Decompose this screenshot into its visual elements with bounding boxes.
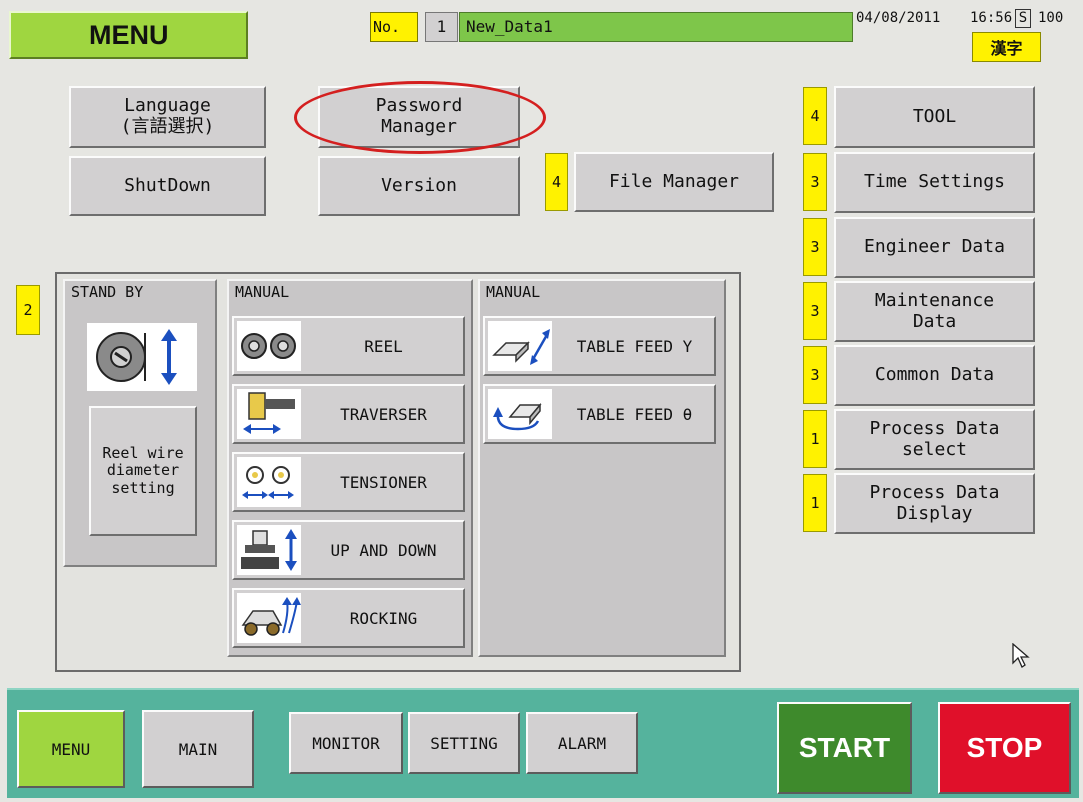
start-button[interactable]: START <box>777 702 912 794</box>
shutdown-button[interactable]: ShutDown <box>69 156 266 216</box>
operation-level-badge: 2 <box>16 285 40 335</box>
process-data-select-button[interactable]: Process Data select <box>834 409 1035 470</box>
file-manager-button[interactable]: File Manager <box>574 152 774 212</box>
table-feed-y-icon <box>488 321 552 371</box>
table-feed-theta-label: TABLE FEED θ <box>576 404 693 424</box>
mouse-cursor-icon <box>1012 642 1030 673</box>
engineer-data-button[interactable]: Engineer Data <box>834 217 1035 278</box>
nav-main-button[interactable]: MAIN <box>142 710 254 788</box>
common-data-level-badge: 3 <box>803 346 827 404</box>
nav-monitor-button[interactable]: MONITOR <box>289 712 403 774</box>
reel-label: REEL <box>364 336 403 356</box>
manual-panel-2: MANUAL TABLE FEED Y TABLE FEED θ <box>478 279 726 657</box>
rocking-icon <box>237 593 301 643</box>
tensioner-icon <box>237 457 301 507</box>
nav-menu-button[interactable]: MENU <box>17 710 125 788</box>
time-settings-level-badge: 3 <box>803 153 827 211</box>
tool-level-badge: 4 <box>803 87 827 145</box>
reel-icon <box>237 321 301 371</box>
stop-button[interactable]: STOP <box>938 702 1071 794</box>
language-button[interactable]: Language (言語選択) <box>69 86 266 148</box>
nav-setting-button[interactable]: SETTING <box>408 712 520 774</box>
up-and-down-button[interactable]: UP AND DOWN <box>232 520 465 580</box>
standby-title: STAND BY <box>71 283 144 301</box>
tool-button[interactable]: TOOL <box>834 86 1035 148</box>
common-data-button[interactable]: Common Data <box>834 345 1035 406</box>
nav-alarm-button[interactable]: ALARM <box>526 712 638 774</box>
standby-reel-icon <box>87 323 197 391</box>
manual-panel-1-title: MANUAL <box>235 283 290 301</box>
rocking-button[interactable]: ROCKING <box>232 588 465 648</box>
reel-wire-diameter-setting-button[interactable]: Reel wire diameter setting <box>89 406 197 536</box>
engineer-data-level-badge: 3 <box>803 218 827 276</box>
table-feed-y-label: TABLE FEED Y <box>576 336 693 356</box>
manual-panel-1: MANUAL REEL TRAVERSER TENSIONER UP AND D… <box>227 279 473 657</box>
manual-panel-2-title: MANUAL <box>486 283 541 301</box>
traverser-label: TRAVERSER <box>340 404 427 424</box>
process-data-display-level-badge: 1 <box>803 474 827 532</box>
time-display: 16:56 <box>970 10 1013 26</box>
tensioner-label: TENSIONER <box>340 472 427 492</box>
file-manager-level-badge: 4 <box>545 153 568 211</box>
process-data-display-button[interactable]: Process Data Display <box>834 473 1035 534</box>
up-down-icon <box>237 525 301 575</box>
version-button[interactable]: Version <box>318 156 520 216</box>
up-and-down-label: UP AND DOWN <box>330 540 437 560</box>
time-settings-button[interactable]: Time Settings <box>834 152 1035 213</box>
data-name-field: New_Data1 <box>459 12 853 42</box>
traverser-button[interactable]: TRAVERSER <box>232 384 465 444</box>
password-highlight-ring <box>294 81 546 154</box>
traverser-icon <box>237 389 301 439</box>
table-feed-theta-icon <box>488 389 552 439</box>
rocking-label: ROCKING <box>349 608 418 628</box>
standby-panel: STAND BY Reel wire diameter setting <box>63 279 217 567</box>
reel-button[interactable]: REEL <box>232 316 465 376</box>
menu-title: MENU <box>9 11 248 59</box>
date-display: 04/08/2011 <box>856 10 941 26</box>
s-label: S <box>1015 9 1031 28</box>
data-number-value: 1 <box>425 12 458 42</box>
table-feed-y-button[interactable]: TABLE FEED Y <box>483 316 716 376</box>
kanji-toggle-button[interactable]: 漢字 <box>972 32 1041 62</box>
s-value: 100 <box>1038 10 1064 26</box>
data-number-label: No. <box>370 12 418 42</box>
maintenance-data-level-badge: 3 <box>803 282 827 340</box>
table-feed-theta-button[interactable]: TABLE FEED θ <box>483 384 716 444</box>
process-data-select-level-badge: 1 <box>803 410 827 468</box>
tensioner-button[interactable]: TENSIONER <box>232 452 465 512</box>
maintenance-data-button[interactable]: Maintenance Data <box>834 281 1035 342</box>
